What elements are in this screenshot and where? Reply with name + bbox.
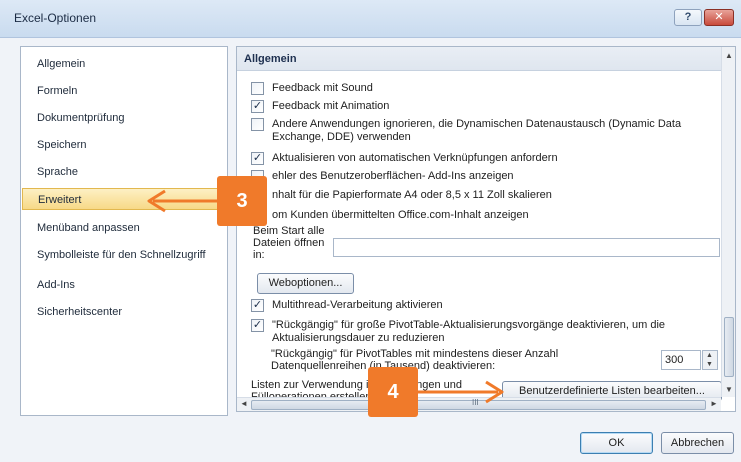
vertical-scrollbar[interactable]: ▲ ▼ (721, 47, 735, 397)
nav-item-sicherheitscenter[interactable]: Sicherheitscenter (22, 301, 226, 323)
step-badge-3: 3 (217, 176, 267, 226)
checkbox[interactable]: ✓ (251, 152, 264, 165)
undo-count-label: "Rückgängig" für PivotTables mit mindest… (271, 348, 559, 372)
step-badge-4: 4 (368, 367, 418, 417)
annotation-arrow-3 (147, 189, 217, 213)
section-title: Allgemein (237, 47, 721, 71)
nav-item-formeln[interactable]: Formeln (22, 80, 226, 102)
startup-folder-input[interactable] (333, 238, 720, 257)
vertical-scroll-thumb[interactable] (724, 317, 734, 377)
nav-item-add-ins[interactable]: Add-Ins (22, 274, 226, 296)
cancel-button[interactable]: Abbrechen (661, 432, 734, 454)
title-bar: Excel-Optionen ? ✕ (0, 0, 741, 38)
scroll-right-icon[interactable]: ► (710, 399, 718, 408)
scroll-down-icon[interactable]: ▼ (725, 385, 733, 394)
help-button[interactable]: ? (674, 9, 702, 26)
checkbox[interactable]: ✓ (251, 319, 264, 332)
excel-options-dialog: Excel-Optionen ? ✕ Allgemein Formeln Dok… (0, 0, 741, 462)
nav-item-sprache[interactable]: Sprache (22, 161, 226, 183)
ok-button[interactable]: OK (580, 432, 653, 454)
category-nav: Allgemein Formeln Dokumentprüfung Speich… (20, 46, 228, 416)
nav-item-schnellzugriff[interactable]: Symbolleiste für den Schnellzugriff (22, 244, 226, 266)
nav-item-allgemein[interactable]: Allgemein (22, 53, 226, 75)
close-button[interactable]: ✕ (704, 9, 734, 26)
nav-item-dokumentpruefung[interactable]: Dokumentprüfung (22, 107, 226, 129)
undo-count-spinner[interactable]: ▲ ▼ (702, 350, 718, 370)
dialog-title: Excel-Optionen (14, 11, 97, 25)
checkbox[interactable] (251, 118, 264, 131)
scroll-up-icon[interactable]: ▲ (725, 51, 733, 60)
scroll-left-icon[interactable]: ◄ (240, 399, 248, 408)
options-panel: Allgemein Feedback mit Sound ✓ Feedback … (236, 46, 736, 412)
checkbox[interactable] (251, 82, 264, 95)
web-options-button[interactable]: Weboptionen... (257, 273, 354, 294)
undo-count-input[interactable]: 300 (661, 350, 701, 370)
nav-item-menueband[interactable]: Menüband anpassen (22, 217, 226, 239)
checkbox[interactable]: ✓ (251, 299, 264, 312)
spin-down-icon[interactable]: ▼ (706, 361, 713, 368)
startup-folder-label: Beim Start alle Dateien öffnen in: (253, 225, 325, 261)
spin-up-icon[interactable]: ▲ (706, 352, 713, 359)
checkbox[interactable]: ✓ (251, 100, 264, 113)
nav-item-speichern[interactable]: Speichern (22, 134, 226, 156)
annotation-arrow-4 (418, 380, 504, 404)
